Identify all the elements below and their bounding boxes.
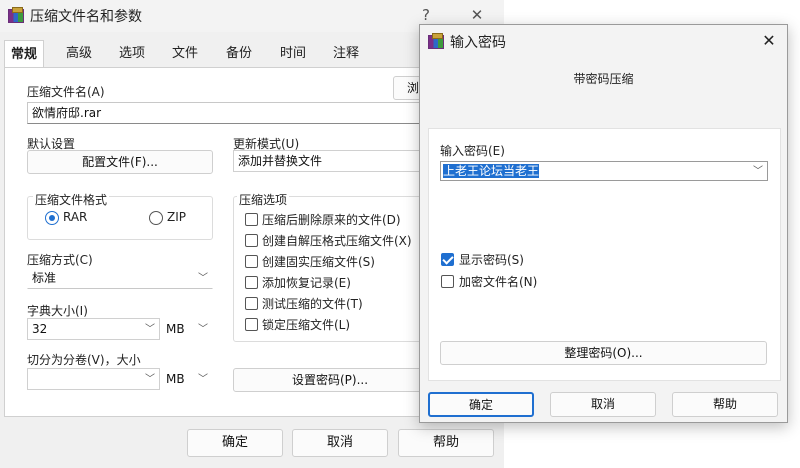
options-group-label: 压缩选项 bbox=[237, 191, 290, 208]
chevron-down-icon: ﹀ bbox=[198, 374, 208, 385]
tab-backup[interactable]: 备份 bbox=[220, 40, 258, 68]
config-button[interactable]: 配置文件(F)... bbox=[27, 150, 213, 174]
tab-comment[interactable]: 注释 bbox=[327, 40, 365, 68]
password-value: 上老王论坛当老王 bbox=[443, 164, 540, 178]
radio-rar-icon[interactable] bbox=[45, 211, 59, 225]
format-rar-label: RAR bbox=[63, 210, 88, 224]
option-sfx: 创建自解压格式压缩文件(X) bbox=[262, 234, 412, 248]
encrypt-names-checkbox-icon[interactable] bbox=[441, 275, 454, 288]
dict-label: 字典大小(I) bbox=[27, 304, 88, 318]
password-subtitle: 带密码压缩 bbox=[573, 72, 634, 86]
split-unit: MB bbox=[166, 372, 185, 386]
option-test: 测试压缩的文件(T) bbox=[262, 297, 363, 311]
dialog-cancel-button[interactable]: 取消 bbox=[550, 392, 656, 417]
winrar-icon bbox=[8, 7, 24, 23]
update-mode-value: 添加并替换文件 bbox=[238, 154, 323, 168]
dialog-ok-button[interactable]: 确定 bbox=[428, 392, 534, 417]
close-icon[interactable]: ✕ bbox=[464, 4, 490, 26]
tab-advanced[interactable]: 高级 bbox=[60, 40, 98, 68]
show-password-checkbox-icon[interactable] bbox=[441, 253, 454, 266]
main-help-button[interactable]: 帮助 bbox=[398, 429, 494, 457]
option-solid: 创建固实压缩文件(S) bbox=[262, 255, 375, 269]
option-recovery: 添加恢复记录(E) bbox=[262, 276, 351, 290]
split-label: 切分为分卷(V)，大小 bbox=[27, 353, 141, 367]
main-ok-button[interactable]: 确定 bbox=[187, 429, 283, 457]
main-window-title: 压缩文件名和参数 bbox=[30, 9, 142, 25]
encrypt-names-label: 加密文件名(N) bbox=[459, 275, 538, 289]
password-label: 输入密码(E) bbox=[440, 144, 505, 158]
dialog-help-button[interactable]: 帮助 bbox=[672, 392, 778, 417]
chevron-down-icon: ﹀ bbox=[198, 324, 208, 335]
tab-general[interactable]: 常规 bbox=[4, 40, 45, 69]
password-panel: 输入密码(E) 上老王论坛当老王 ﹀ 显示密码(S) 加密文件名(N) 整理密码… bbox=[428, 128, 781, 381]
tab-options[interactable]: 选项 bbox=[113, 40, 151, 68]
method-select[interactable]: 标准 ﹀ bbox=[27, 267, 213, 289]
chevron-down-icon: ﹀ bbox=[753, 166, 763, 177]
recovery-checkbox-icon[interactable] bbox=[245, 276, 258, 289]
lock-checkbox-icon[interactable] bbox=[245, 318, 258, 331]
solid-checkbox-icon[interactable] bbox=[245, 255, 258, 268]
format-zip-label: ZIP bbox=[167, 210, 186, 224]
password-dialog: 输入密码 ✕ 带密码压缩 输入密码(E) 上老王论坛当老王 ﹀ 显示密码(S) … bbox=[419, 24, 788, 423]
method-label: 压缩方式(C) bbox=[27, 253, 93, 267]
dict-unit: MB bbox=[166, 322, 185, 336]
password-dialog-title: 输入密码 bbox=[450, 35, 506, 51]
tab-files[interactable]: 文件 bbox=[166, 40, 204, 68]
main-button-bar: 确定 取消 帮助 bbox=[0, 418, 504, 468]
chevron-down-icon: ﹀ bbox=[145, 324, 155, 335]
archive-name-input[interactable]: 欲情府邸.rar bbox=[27, 102, 427, 124]
option-delete-after: 压缩后删除原来的文件(D) bbox=[262, 213, 401, 227]
method-value: 标准 bbox=[32, 271, 57, 285]
sfx-checkbox-icon[interactable] bbox=[245, 234, 258, 247]
dict-value: 32 bbox=[32, 322, 48, 336]
radio-zip-icon[interactable] bbox=[149, 211, 163, 225]
set-password-button[interactable]: 设置密码(P)... bbox=[233, 368, 427, 392]
test-checkbox-icon[interactable] bbox=[245, 297, 258, 310]
split-select[interactable]: ﹀ bbox=[27, 368, 160, 390]
tab-time[interactable]: 时间 bbox=[274, 40, 312, 68]
option-lock: 锁定压缩文件(L) bbox=[262, 318, 351, 332]
chevron-down-icon: ﹀ bbox=[145, 374, 155, 385]
close-icon[interactable]: ✕ bbox=[756, 30, 782, 52]
split-unit-select[interactable]: MB ﹀ bbox=[161, 368, 213, 390]
show-password-label: 显示密码(S) bbox=[459, 253, 524, 267]
chevron-down-icon: ﹀ bbox=[198, 273, 208, 284]
password-input[interactable]: 上老王论坛当老王 ﹀ bbox=[440, 161, 768, 181]
dict-unit-select[interactable]: MB ﹀ bbox=[161, 318, 213, 340]
dict-select[interactable]: 32 ﹀ bbox=[27, 318, 160, 340]
winrar-icon bbox=[428, 33, 444, 49]
organize-passwords-button[interactable]: 整理密码(O)... bbox=[440, 341, 767, 365]
format-group-label: 压缩文件格式 bbox=[33, 191, 110, 208]
update-mode-select[interactable]: 添加并替换文件 bbox=[233, 150, 427, 172]
delete-after-checkbox-icon[interactable] bbox=[245, 213, 258, 226]
help-icon[interactable]: ? bbox=[413, 4, 439, 26]
archive-name-label: 压缩文件名(A) bbox=[27, 85, 105, 99]
main-cancel-button[interactable]: 取消 bbox=[292, 429, 388, 457]
